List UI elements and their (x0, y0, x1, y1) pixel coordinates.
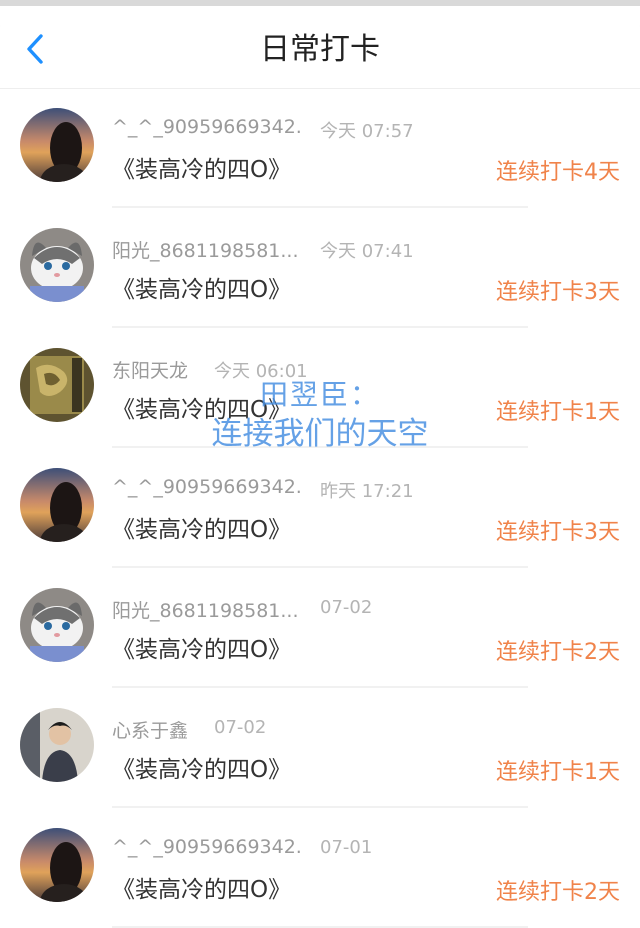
list-item[interactable]: ^_^_90959669342... 07-01 《装高冷的四O》 连续打卡2天 (0, 808, 640, 928)
streak-label: 连续打卡2天 (496, 640, 620, 665)
checkin-topic: 《装高冷的四O》 (112, 277, 292, 303)
list-item[interactable]: ^_^_90959669342... 今天 07:57 《装高冷的四O》 连续打… (0, 88, 640, 208)
user-name: ^_^_90959669342... (112, 116, 302, 138)
streak-label: 连续打卡4天 (496, 160, 620, 185)
avatar[interactable] (20, 708, 94, 782)
list-item[interactable]: 东阳天龙 今天 06:01 《装高冷的四O》 连续打卡1天 (0, 328, 640, 448)
user-name: ^_^_90959669342... (112, 836, 302, 858)
checkin-topic: 《装高冷的四O》 (112, 517, 292, 543)
checkin-list: ^_^_90959669342... 今天 07:57 《装高冷的四O》 连续打… (0, 88, 640, 928)
avatar[interactable] (20, 108, 94, 182)
user-name: 阳光_8681198581... (112, 240, 299, 262)
avatar[interactable] (20, 228, 94, 302)
checkin-topic: 《装高冷的四O》 (112, 757, 292, 783)
streak-label: 连续打卡3天 (496, 280, 620, 305)
user-name: 阳光_8681198581... (112, 600, 299, 622)
checkin-time: 今天 06:01 (214, 361, 308, 382)
list-item[interactable]: 心系于鑫 07-02 《装高冷的四O》 连续打卡1天 (0, 688, 640, 808)
checkin-time: 昨天 17:21 (320, 481, 414, 502)
nav-header: 日常打卡 (0, 6, 640, 88)
streak-label: 连续打卡3天 (496, 520, 620, 545)
user-name: 心系于鑫 (112, 720, 189, 742)
list-item[interactable]: 阳光_8681198581... 今天 07:41 《装高冷的四O》 连续打卡3… (0, 208, 640, 328)
checkin-time: 今天 07:57 (320, 121, 414, 142)
streak-label: 连续打卡1天 (496, 760, 620, 785)
checkin-time: 07-01 (320, 837, 373, 858)
avatar[interactable] (20, 468, 94, 542)
page-title: 日常打卡 (260, 32, 380, 67)
streak-label: 连续打卡1天 (496, 400, 620, 425)
avatar[interactable] (20, 828, 94, 902)
checkin-time: 07-02 (214, 717, 267, 738)
user-name: 东阳天龙 (112, 360, 189, 382)
checkin-topic: 《装高冷的四O》 (112, 157, 292, 183)
streak-label: 连续打卡2天 (496, 880, 620, 905)
list-item[interactable]: ^_^_90959669342... 昨天 17:21 《装高冷的四O》 连续打… (0, 448, 640, 568)
avatar[interactable] (20, 348, 94, 422)
avatar[interactable] (20, 588, 94, 662)
checkin-topic: 《装高冷的四O》 (112, 397, 292, 423)
checkin-time: 07-02 (320, 597, 373, 618)
list-item[interactable]: 阳光_8681198581... 07-02 《装高冷的四O》 连续打卡2天 (0, 568, 640, 688)
checkin-topic: 《装高冷的四O》 (112, 637, 292, 663)
checkin-topic: 《装高冷的四O》 (112, 877, 292, 903)
user-name: ^_^_90959669342... (112, 476, 302, 498)
checkin-time: 今天 07:41 (320, 241, 414, 262)
